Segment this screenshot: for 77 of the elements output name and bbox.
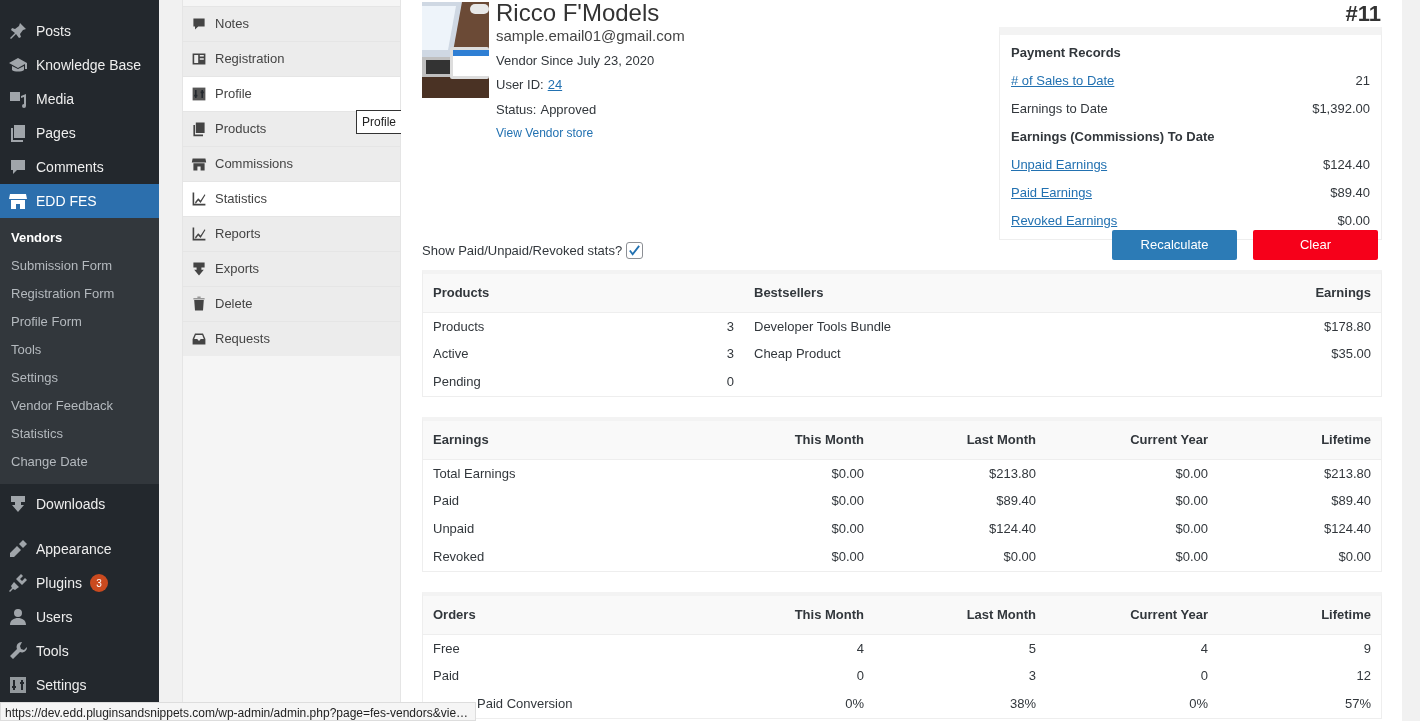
table-cell: $178.80: [1324, 318, 1371, 334]
tooltip: Profile: [356, 110, 402, 134]
table-cell: 12: [1356, 668, 1371, 684]
records-value: $89.40: [1330, 184, 1370, 203]
column-header: This Month: [794, 432, 864, 447]
vendor-number: #11: [1344, 2, 1381, 26]
records-value: $124.40: [1323, 156, 1370, 175]
records-value: 21: [1355, 72, 1370, 91]
table-cell: Cheap Product: [754, 346, 841, 362]
checkbox-label: Show Paid/Unpaid/Revoked stats?: [422, 241, 623, 260]
records-value: $0.00: [1337, 212, 1370, 231]
table-cell: Free: [433, 640, 460, 656]
column-header: Products: [433, 285, 490, 300]
column-header: Last Month: [966, 607, 1036, 622]
column-header: This Month: [794, 607, 864, 622]
table-cell: 0: [1200, 668, 1208, 684]
status-value: Approved: [540, 100, 597, 119]
table-cell: $35.00: [1331, 346, 1371, 362]
table-cell: 5: [1028, 640, 1036, 656]
vendor-name: Ricco F'Models: [496, 1, 661, 25]
table-cell: $89.40: [996, 493, 1036, 509]
table-cell: Paid: [433, 493, 460, 509]
section-heading: Earnings (Commissions) To Date: [1011, 128, 1215, 147]
column-header: Lifetime: [1321, 432, 1371, 447]
table-cell: $0.00: [1175, 493, 1208, 509]
column-header: Bestsellers: [754, 285, 824, 300]
field-label: User ID:: [496, 76, 544, 94]
table-cell: Developer Tools Bundle: [754, 318, 892, 334]
table-cell: $0.00: [1175, 521, 1208, 537]
column-header: Lifetime: [1321, 607, 1371, 622]
table-cell: 3: [726, 318, 734, 334]
table-cell: 38%: [1009, 696, 1036, 712]
table-cell: $0.00: [831, 521, 864, 537]
table-cell: 4: [1200, 640, 1208, 656]
status-bar-url: https://dev.edd.pluginsandsnippets.com/wp-admin/admin.php?page=fes-vendors&vie…: [0, 702, 476, 721]
table-cell: Active: [433, 346, 469, 362]
column-header: Last Month: [966, 432, 1036, 447]
records-label: Earnings to Date: [1011, 100, 1108, 119]
table-cell: $0.00: [1175, 549, 1208, 565]
table-cell: Products: [433, 318, 485, 334]
vendor-email: sample.email01@gmail.com: [496, 26, 686, 46]
vendor-since: Vendor Since July 23, 2020: [496, 51, 656, 70]
table-cell: $213.80: [1324, 465, 1371, 481]
column-header: Orders: [433, 607, 476, 622]
column-header: Earnings: [433, 432, 489, 447]
table-cell: $0.00: [1338, 549, 1371, 565]
table-cell: Paid: [433, 668, 460, 684]
table-cell: 9: [1363, 640, 1371, 656]
column-header: Current Year: [1130, 432, 1208, 447]
column-header: Current Year: [1130, 607, 1208, 622]
table-cell: 3: [726, 346, 734, 362]
table-cell: Unpaid: [433, 521, 475, 537]
field-label: Status:: [496, 100, 537, 119]
table-cell: $213.80: [989, 465, 1036, 481]
table-cell: 3: [1028, 668, 1036, 684]
table-cell: $0.00: [1175, 465, 1208, 481]
table-cell: 4: [856, 640, 864, 656]
table-cell: $0.00: [831, 465, 864, 481]
table-cell: Revoked: [433, 549, 485, 565]
table-cell: $0.00: [1003, 549, 1036, 565]
table-cell: 0%: [1189, 696, 1208, 712]
table-cell: 0: [856, 668, 864, 684]
table-cell: Total Earnings: [433, 465, 516, 481]
records-value: $1,392.00: [1312, 100, 1370, 119]
table-cell: Pending: [433, 374, 481, 390]
table-cell: 0%: [845, 696, 864, 712]
count-badge: 3: [89, 574, 108, 592]
table-cell: $124.40: [989, 521, 1036, 537]
table-cell: 0: [726, 374, 734, 390]
table-cell: $89.40: [1331, 493, 1371, 509]
table-cell: $124.40: [1324, 521, 1371, 537]
panel-title: Payment Records: [1011, 44, 1122, 63]
table-cell: $0.00: [831, 493, 864, 509]
column-header: Earnings: [1315, 285, 1371, 300]
table-cell: 57%: [1344, 696, 1371, 712]
table-cell: $0.00: [831, 549, 864, 565]
table-cell: Paid Conversion: [477, 696, 573, 712]
